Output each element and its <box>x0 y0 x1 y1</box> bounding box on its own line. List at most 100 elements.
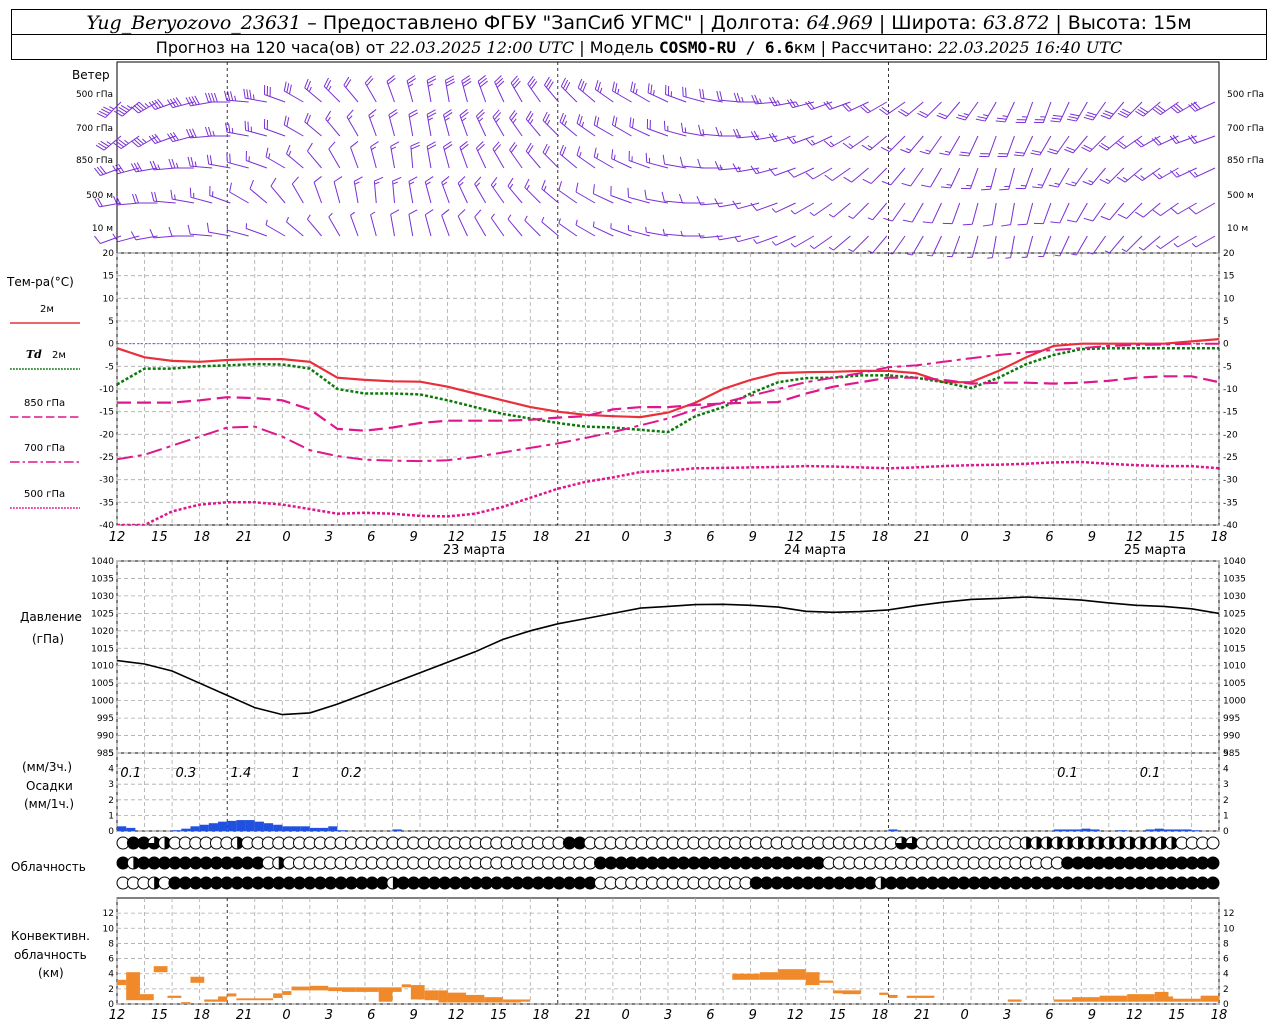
wind-level-right: 500 гПа <box>1227 90 1264 100</box>
wind-barb-staff <box>525 118 541 137</box>
wind-barb-staff <box>350 147 359 169</box>
prec-ytick-right: 1 <box>1223 811 1229 821</box>
conv-cloud-bar <box>378 987 393 1002</box>
wind-barb <box>492 141 505 169</box>
conv-ytick-left: 8 <box>108 939 114 949</box>
wind-barb-feather <box>1152 172 1160 180</box>
wind-barb-staff <box>951 235 961 257</box>
temp-ytick-right: -5 <box>1223 362 1232 372</box>
wind-barb <box>732 163 760 173</box>
wind-barb <box>575 219 596 237</box>
wind-barb-staff <box>964 101 979 121</box>
wind-barb-staff <box>190 101 213 107</box>
time-tick-temp: 18 <box>872 530 889 545</box>
conv-cloud-bar <box>341 987 356 992</box>
wind-barb-half <box>1138 246 1144 251</box>
wind-barb-staff <box>869 135 888 151</box>
wind-barb-feather <box>714 161 720 171</box>
wind-barb <box>1191 235 1216 248</box>
wind-barb-staff <box>1123 135 1143 150</box>
wind-barb <box>364 75 377 103</box>
prec-ytick-right: 2 <box>1223 796 1229 806</box>
precip-bar <box>328 826 338 831</box>
wind-barb-staff <box>775 235 796 246</box>
conv-cloud-bar <box>778 969 806 980</box>
time-tick-temp: 0 <box>961 530 969 545</box>
wind-barb-half <box>142 138 147 143</box>
wind-barb-feather <box>680 122 684 133</box>
wind-barb-feather <box>1032 150 1042 153</box>
wind-barb-feather <box>823 140 832 148</box>
wind-barb-staff <box>949 167 961 189</box>
wind-barb-staff <box>307 150 322 169</box>
wind-barb-feather <box>593 115 597 126</box>
wind-barb-staff <box>542 152 559 169</box>
wind-barb-staff <box>408 181 414 204</box>
precip-bar <box>1154 828 1164 831</box>
wind-barb <box>350 141 359 169</box>
wind-barb-staff <box>593 156 614 169</box>
conv-cloud-bar <box>759 972 779 980</box>
wind-barb-feather <box>350 141 359 148</box>
temp-ytick-right: -15 <box>1223 408 1238 418</box>
wind-barb-staff <box>1126 202 1143 219</box>
time-tick-temp: 6 <box>706 530 714 545</box>
wind-barb <box>942 202 961 225</box>
wind-barb <box>475 109 487 137</box>
prec-ytick-left: 0 <box>108 827 114 837</box>
wind-barb <box>887 235 906 255</box>
temp-ytick-right: 15 <box>1223 272 1234 282</box>
wind-barb-staff <box>426 146 432 169</box>
wind-barb-staff <box>346 116 359 137</box>
wind-barb <box>370 141 379 169</box>
time-tick-conv: 18 <box>193 1008 210 1023</box>
wind-barb-feather <box>559 144 564 155</box>
wind-barb-half <box>945 150 951 153</box>
wind-barb-staff <box>443 146 450 169</box>
precip-bar <box>245 820 255 831</box>
wind-barb <box>477 75 488 103</box>
wind-barb <box>679 156 705 169</box>
pres-ytick-left: 1025 <box>91 609 114 619</box>
wind-barb <box>323 77 341 103</box>
wind-barb-half <box>194 161 197 167</box>
wind-barb-feather <box>715 126 720 137</box>
wind-barb-half <box>987 257 993 259</box>
wind-barb-half <box>811 139 816 145</box>
wind-barb-staff <box>719 202 742 208</box>
wind-barb-half <box>144 103 150 108</box>
wind-barb-feather <box>392 176 402 182</box>
prec-ytick-right: 0 <box>1223 827 1229 837</box>
wind-barb-staff <box>1072 135 1088 154</box>
wind-barb <box>304 112 322 137</box>
wind-barb-staff <box>872 235 888 254</box>
wind-barb-feather <box>213 92 218 103</box>
cloud-symbol <box>1206 876 1220 890</box>
temp-ytick-right: -25 <box>1223 453 1238 463</box>
wind-barb-feather <box>962 223 973 226</box>
wind-barb-staff <box>611 158 632 169</box>
wind-barb-staff <box>1024 101 1034 123</box>
time-tick-conv: 6 <box>367 1008 375 1023</box>
time-tick-conv: 21 <box>575 1008 592 1023</box>
wind-frame <box>116 61 1220 254</box>
wind-barb-staff <box>793 135 815 144</box>
time-tick-temp: 18 <box>533 530 550 545</box>
wind-barb-feather <box>204 92 209 103</box>
wind-barb-feather <box>632 118 635 129</box>
wind-barb-staff <box>1159 167 1179 180</box>
wind-barb-staff <box>1158 135 1179 146</box>
wind-barb-feather <box>614 83 618 93</box>
wind-barb <box>306 142 322 169</box>
wind-barb-staff <box>246 160 268 169</box>
wind-barb-feather <box>1102 112 1112 118</box>
wind-barb-feather <box>921 184 931 188</box>
precip-bar <box>263 823 274 831</box>
cloud-circle <box>1206 836 1220 850</box>
wind-barb-staff <box>265 156 286 169</box>
wind-barb-half <box>719 130 723 137</box>
pres-ytick-left: 1015 <box>91 644 114 654</box>
wind-barb-staff <box>991 202 997 225</box>
wind-barb-staff <box>408 114 414 137</box>
wind-barb-half <box>558 218 561 224</box>
